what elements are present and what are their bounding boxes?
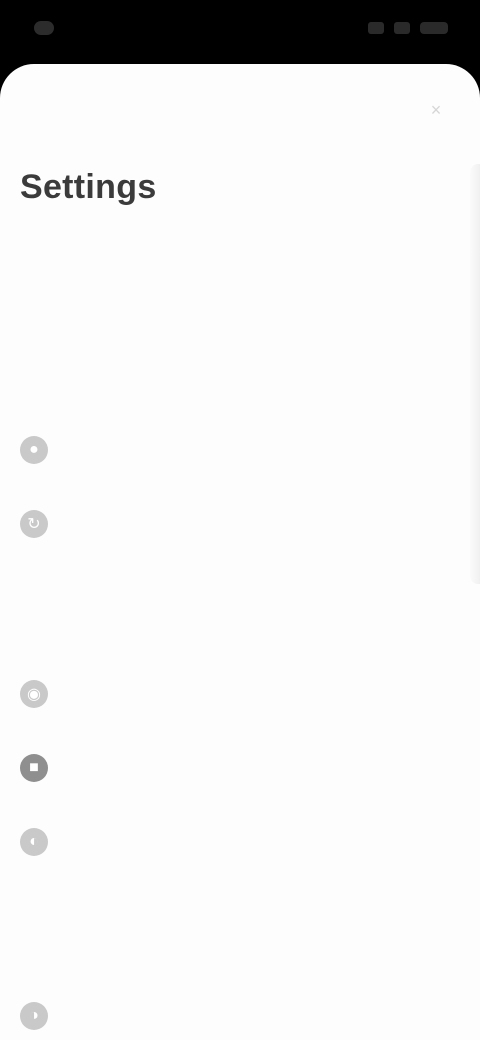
sheet-edge (470, 164, 480, 584)
theme-icon: ◑ (20, 1002, 48, 1030)
status-bar (0, 0, 480, 64)
status-indicator-icon (34, 21, 54, 35)
settings-item-1[interactable]: ● (20, 430, 460, 470)
status-icons (368, 18, 448, 38)
browser-icon: ◉ (20, 680, 48, 708)
privacy-icon: ■ (20, 754, 48, 782)
settings-item-3[interactable]: ◉ (20, 674, 460, 714)
close-icon[interactable]: × (426, 100, 446, 120)
settings-item-6[interactable]: ◑ (20, 996, 460, 1036)
battery-icon (420, 22, 448, 34)
settings-sheet: × Settings ● ↻ ◉ ■ ◐ ◑ (0, 64, 480, 1040)
tracking-icon: ◐ (20, 828, 48, 856)
signal-icon (368, 22, 384, 34)
status-left (34, 18, 114, 38)
person-icon: ● (20, 436, 48, 464)
sync-icon: ↻ (20, 510, 48, 538)
wifi-icon (394, 22, 410, 34)
settings-item-5[interactable]: ◐ (20, 822, 460, 862)
settings-item-4[interactable]: ■ (20, 748, 460, 788)
page-title: Settings (20, 168, 157, 206)
settings-item-2[interactable]: ↻ (20, 504, 460, 544)
